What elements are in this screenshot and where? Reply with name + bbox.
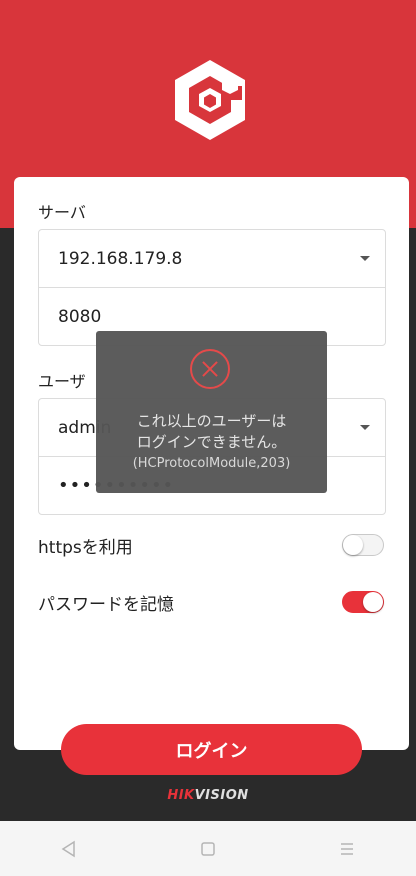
square-home-icon (201, 841, 215, 856)
server-address-field[interactable]: 192.168.179.8 (39, 230, 385, 287)
toggle-knob (363, 592, 383, 612)
system-nav-bar (0, 821, 416, 876)
error-toast: これ以上のユーザーは ログインできません。 (HCProtocolModule,… (96, 331, 327, 493)
https-toggle[interactable] (342, 534, 384, 556)
triangle-back-icon (61, 840, 76, 857)
toast-line-2: ログインできません。 (136, 433, 287, 451)
remember-password-toggle[interactable] (342, 591, 384, 613)
error-x-circle-icon (190, 349, 230, 389)
toggle-knob (343, 535, 363, 555)
server-port-value: 8080 (58, 306, 102, 327)
remember-password-label: パスワードを記憶 (38, 594, 174, 615)
chevron-down-icon[interactable] (360, 425, 370, 430)
nav-back-button[interactable] (49, 829, 89, 869)
server-field-group: 192.168.179.8 8080 (38, 229, 386, 346)
app-logo-icon (175, 60, 245, 140)
server-label: サーバ (38, 203, 86, 222)
https-row: httpsを利用 (38, 530, 384, 560)
toast-message: これ以上のユーザーは ログインできません。 (HCProtocolModule,… (96, 411, 327, 474)
login-button[interactable]: ログイン (61, 724, 362, 775)
server-address-value: 192.168.179.8 (58, 248, 183, 269)
toast-error-code: (HCProtocolModule,203) (132, 456, 291, 471)
https-label: httpsを利用 (38, 537, 133, 558)
nav-menu-button[interactable] (327, 829, 367, 869)
toast-line-1: これ以上のユーザーは (136, 412, 287, 430)
nav-home-button[interactable] (188, 829, 228, 869)
hikvision-logo: HIKVISION (167, 788, 249, 803)
user-label: ユーザ (38, 372, 86, 391)
remember-password-row: パスワードを記憶 (38, 587, 384, 617)
chevron-down-icon[interactable] (360, 256, 370, 261)
hamburger-menu-icon (340, 842, 353, 855)
